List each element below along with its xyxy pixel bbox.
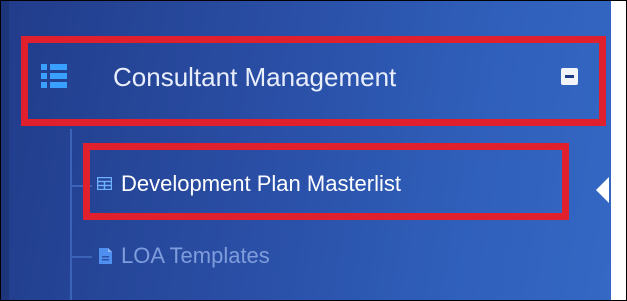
sidebar-item-label: LOA Templates — [121, 243, 270, 268]
sidebar-edge-strip — [1, 1, 9, 300]
document-icon — [99, 248, 112, 264]
active-item-pointer — [596, 177, 609, 203]
highlight-box-item — [83, 143, 569, 220]
highlight-box-group — [21, 36, 606, 126]
screenshot-frame: Consultant Management Development Plan M… — [0, 0, 627, 301]
tree-connector-item-2 — [72, 256, 92, 258]
tree-connector-vertical — [70, 129, 72, 300]
